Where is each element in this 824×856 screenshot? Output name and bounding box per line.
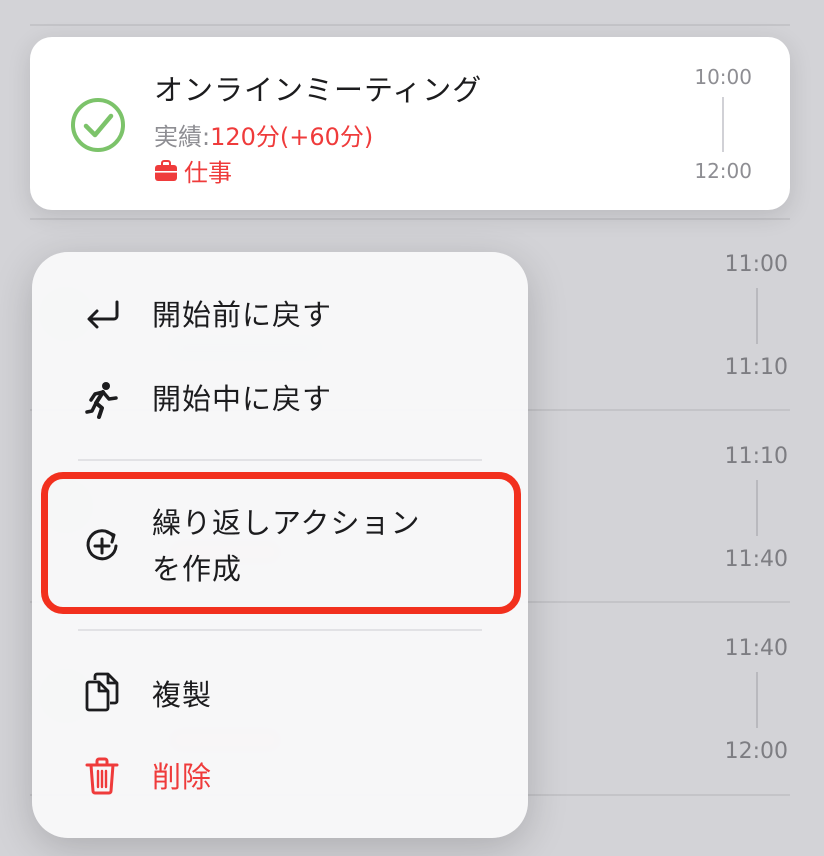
row-separator xyxy=(30,24,790,26)
row-time-start: 11:10 xyxy=(724,444,788,469)
menu-divider xyxy=(78,459,482,461)
actual-label: 実績: xyxy=(154,123,211,151)
briefcase-icon xyxy=(155,159,177,181)
event-card[interactable]: オンラインミーティング 実績:120分(+60分) 仕事 10:00 12:00 xyxy=(30,37,790,210)
check-circle-icon xyxy=(71,98,125,152)
running-figure-icon xyxy=(82,380,122,420)
menu-label: 削除 xyxy=(152,760,213,794)
highlight-annotation xyxy=(41,472,521,614)
menu-label: 開始中に戻す xyxy=(152,382,333,416)
event-title: オンラインミーティング xyxy=(154,73,483,107)
menu-label: 複製 xyxy=(152,678,213,712)
duplicate-icon xyxy=(82,672,122,712)
menu-label: 開始前に戻す xyxy=(152,298,333,332)
row-time-start: 11:00 xyxy=(724,252,788,277)
row-time-start: 11:40 xyxy=(724,636,788,661)
menu-item-revert-not-started[interactable]: 開始前に戻す xyxy=(32,290,528,340)
row-separator xyxy=(30,218,790,220)
event-time-end: 12:00 xyxy=(694,159,752,183)
row-time-end: 12:00 xyxy=(724,739,788,764)
trash-icon xyxy=(82,756,122,796)
category-label: 仕事 xyxy=(184,159,232,187)
menu-divider xyxy=(78,629,482,631)
time-connector xyxy=(756,672,758,728)
menu-item-duplicate[interactable]: 複製 xyxy=(32,670,528,720)
row-time-end: 11:40 xyxy=(724,547,788,572)
event-actual: 実績:120分(+60分) xyxy=(154,117,373,152)
event-time-start: 10:00 xyxy=(694,65,752,89)
actual-value: 120分(+60分) xyxy=(210,123,374,151)
time-connector xyxy=(756,288,758,344)
event-category: 仕事 xyxy=(154,153,232,188)
time-connector xyxy=(722,97,724,152)
menu-item-revert-in-progress[interactable]: 開始中に戻す xyxy=(32,374,528,424)
row-time-end: 11:10 xyxy=(724,355,788,380)
time-connector xyxy=(756,480,758,536)
menu-item-delete[interactable]: 削除 xyxy=(32,752,528,802)
return-arrow-icon xyxy=(82,294,122,334)
